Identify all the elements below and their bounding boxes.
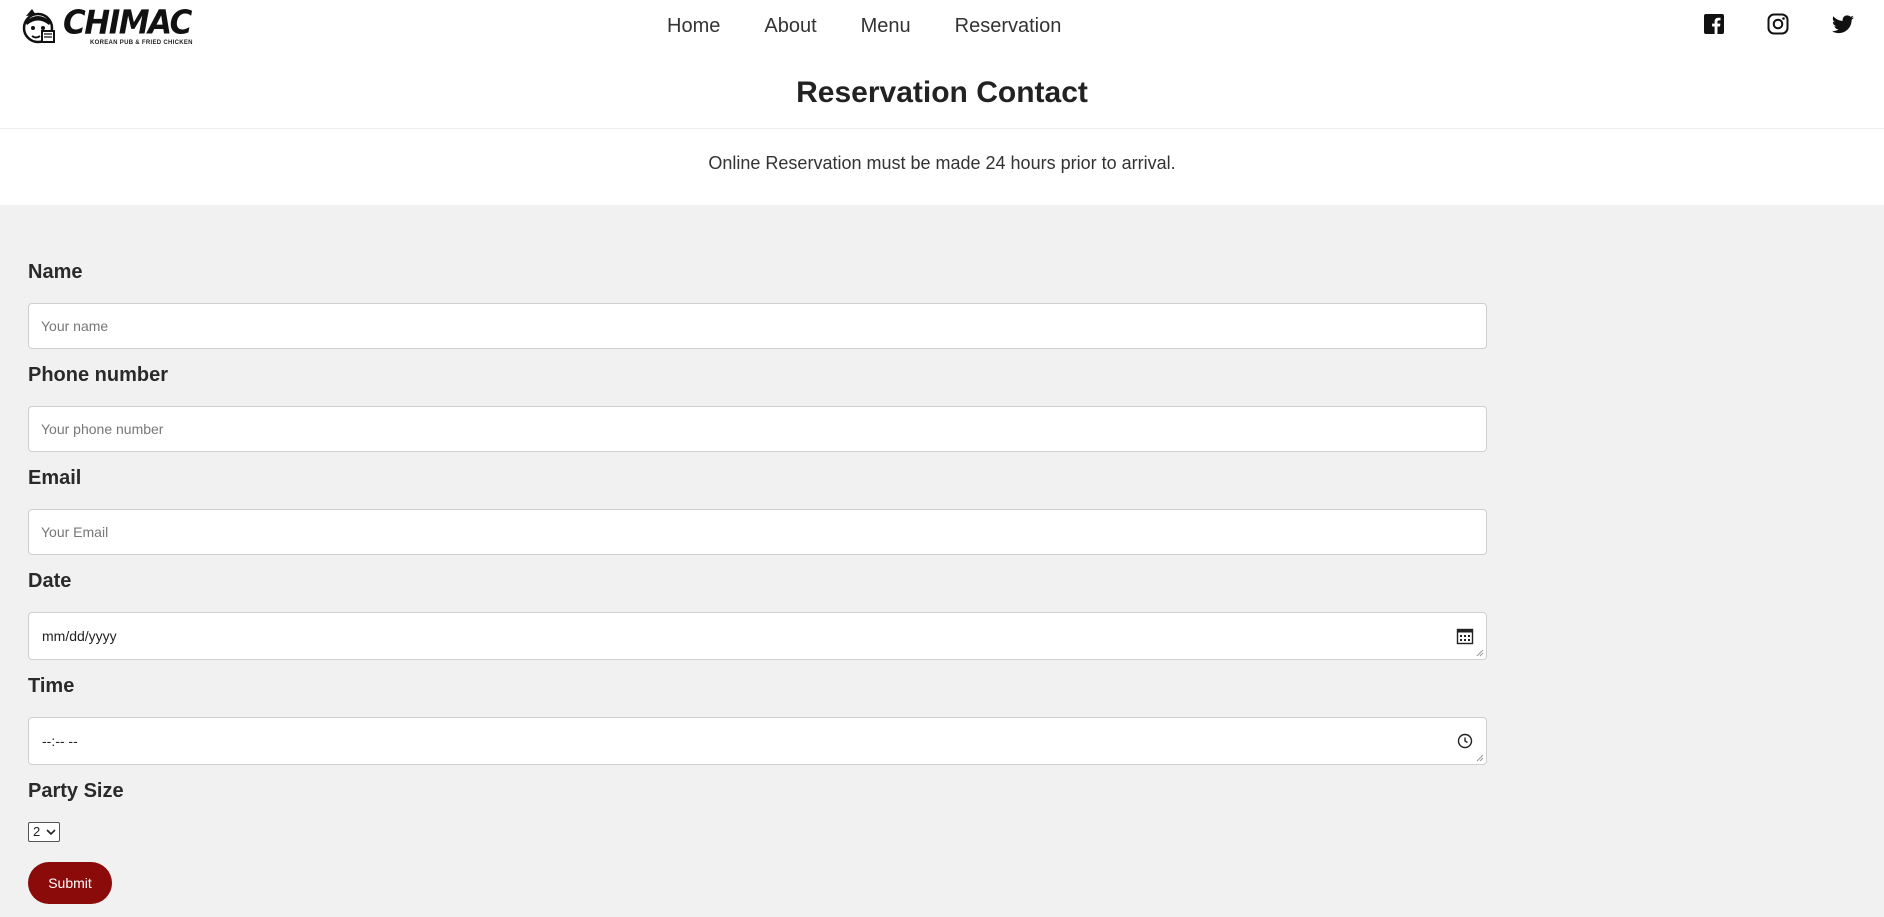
email-input[interactable] (29, 510, 1486, 554)
name-label: Name (28, 261, 83, 283)
party-size-select[interactable]: 2 (28, 822, 60, 842)
brand-tagline: KOREAN PUB & FRIED CHICKEN (90, 40, 193, 46)
resize-handle-icon (1476, 649, 1484, 657)
email-field-wrapper (28, 509, 1487, 555)
twitter-icon[interactable] (1831, 12, 1855, 36)
clock-icon[interactable] (1456, 732, 1474, 750)
mascot-logo-icon (22, 9, 55, 44)
date-value: mm/dd/yyyy (42, 628, 117, 644)
party-size-value: 2 (33, 824, 41, 839)
name-input[interactable] (29, 304, 1486, 348)
phone-input[interactable] (29, 407, 1486, 451)
instagram-icon[interactable] (1766, 12, 1790, 36)
reservation-notice: Online Reservation must be made 24 hours… (708, 153, 1176, 173)
nav-item-reservation[interactable]: Reservation (955, 14, 1062, 38)
chevron-down-icon (46, 829, 56, 836)
name-field-wrapper (28, 303, 1487, 349)
phone-label: Phone number (28, 364, 169, 386)
nav-item-menu[interactable]: Menu (861, 14, 911, 38)
brand-logo[interactable]: CHIMAC KOREAN PUB & FRIED CHICKEN (20, 4, 193, 48)
main-nav: Home About Menu Reservation (667, 14, 1061, 38)
email-label: Email (28, 467, 82, 489)
brand-name: CHIMAC (63, 4, 192, 42)
party-size-label: Party Size (28, 780, 124, 802)
header-divider (0, 128, 1884, 129)
facebook-icon[interactable] (1702, 12, 1726, 36)
nav-item-about[interactable]: About (764, 14, 816, 38)
date-label: Date (28, 570, 72, 592)
nav-item-home[interactable]: Home (667, 14, 720, 38)
time-label: Time (28, 675, 75, 697)
time-input[interactable]: --:-- -- (28, 717, 1487, 765)
time-value: --:-- -- (42, 733, 78, 749)
site-header: CHIMAC KOREAN PUB & FRIED CHICKEN Home A… (0, 0, 1884, 52)
submit-button[interactable]: Submit (28, 862, 112, 904)
date-input[interactable]: mm/dd/yyyy (28, 612, 1487, 660)
resize-handle-icon (1476, 754, 1484, 762)
social-links (1684, 12, 1884, 40)
reservation-form: Name Phone number Email Date mm/dd/yyyy … (0, 205, 1884, 917)
page-title: Reservation Contact (796, 76, 1088, 109)
phone-field-wrapper (28, 406, 1487, 452)
calendar-icon[interactable] (1456, 627, 1474, 645)
